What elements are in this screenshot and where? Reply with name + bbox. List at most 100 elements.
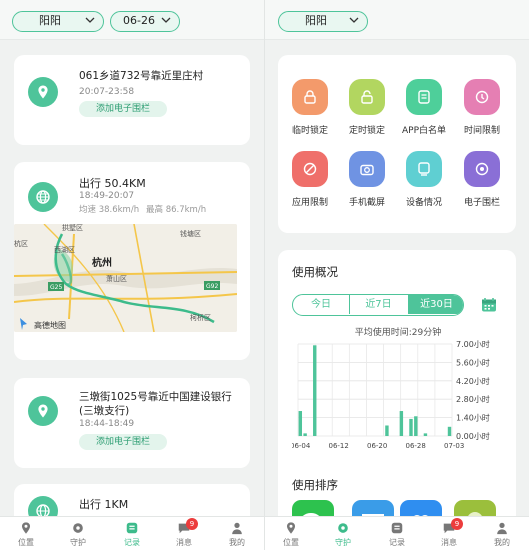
- bottom-nav: 位置 守护 记录 消息 9 我的: [265, 516, 529, 550]
- tool-temp-lock[interactable]: 临时锁定: [284, 79, 336, 136]
- tool-label: 定时锁定: [348, 126, 385, 136]
- place-card[interactable]: 三墩街1025号靠近中国建设银行(三墩支行) 18:44-18:49 添加电子围…: [14, 378, 250, 468]
- whitelist-icon: [418, 90, 430, 104]
- x-tick-label: 06-28: [406, 442, 426, 450]
- place-card[interactable]: 061乡道732号靠近里庄村 20:07-23:58 添加电子围栏: [14, 55, 250, 145]
- tab-7-days[interactable]: 近7日: [349, 295, 407, 314]
- camera-icon: [360, 164, 374, 176]
- place-address: 三墩街1025号靠近中国建设银行(三墩支行): [79, 391, 232, 417]
- trip-time: 18:49-20:07: [79, 191, 135, 201]
- person-icon: [232, 522, 242, 535]
- nav-location[interactable]: 位置: [271, 521, 311, 548]
- usage-bar: [423, 433, 428, 436]
- tool-whitelist[interactable]: APP白名单: [398, 79, 450, 136]
- nav-messages[interactable]: 消息 9: [164, 518, 204, 548]
- map-label: 拱墅区: [62, 224, 83, 232]
- map-label: G92: [206, 283, 218, 290]
- timed-lock-icon: [361, 90, 373, 104]
- usage-bar: [409, 418, 413, 436]
- fence-icon: [475, 162, 489, 176]
- tool-screenshot[interactable]: 手机截屏: [341, 151, 393, 208]
- device-icon: [418, 162, 430, 176]
- map-label: 西湖区: [54, 245, 75, 254]
- x-tick-label: 07-03: [444, 442, 464, 450]
- nav-location[interactable]: 位置: [6, 521, 46, 548]
- place-time: 18:44-18:49: [79, 419, 135, 429]
- x-tick-label: 06-20: [367, 442, 387, 450]
- usage-bar: [303, 433, 307, 436]
- nav-messages[interactable]: 消息 9: [429, 518, 469, 548]
- map-label: G25: [50, 284, 62, 291]
- usage-bar: [298, 411, 303, 436]
- usage-title: 使用概况: [292, 265, 338, 279]
- map-label: 萧山区: [106, 274, 127, 283]
- tool-icon-bg: [464, 151, 500, 187]
- tool-timed-lock[interactable]: 定时锁定: [341, 79, 393, 136]
- child-selector[interactable]: 阳阳: [278, 11, 368, 32]
- nav-label: 记录: [389, 538, 405, 547]
- usage-bar: [385, 425, 389, 436]
- nav-me[interactable]: 我的: [217, 521, 257, 548]
- nav-me[interactable]: 我的: [482, 521, 522, 548]
- nav-label: 我的: [494, 538, 510, 547]
- app-limit-icon: [303, 162, 317, 176]
- tool-time-limit[interactable]: 时间限制: [456, 79, 508, 136]
- tool-label: 手机截屏: [348, 198, 385, 208]
- x-tick-label: 06-12: [329, 442, 349, 450]
- child-name: 阳阳: [305, 14, 327, 27]
- trip-max-speed: 最高 86.7km/h: [146, 205, 207, 215]
- add-fence-button[interactable]: 添加电子围栏: [79, 101, 167, 117]
- tool-geofence[interactable]: 电子围栏: [456, 151, 508, 208]
- top-bar: 阳阳: [265, 0, 529, 40]
- trip-map[interactable]: 拱墅区 杭区 杭州 西湖区 萧山区 钱塘区 柯桥区 G25 G92 高德地图: [14, 224, 237, 332]
- tool-icon-bg: [349, 151, 385, 187]
- tool-icon-bg: [464, 79, 500, 115]
- tool-icon-bg: [406, 79, 442, 115]
- usage-bar: [313, 345, 317, 436]
- date-value: 06-26: [123, 14, 155, 27]
- x-tick-label: 06-04: [292, 442, 311, 450]
- unread-badge: 9: [186, 518, 198, 530]
- add-fence-button[interactable]: 添加电子围栏: [79, 434, 167, 450]
- child-selector[interactable]: 阳阳: [12, 11, 104, 32]
- calendar-icon[interactable]: [480, 296, 498, 314]
- tool-device-status[interactable]: 设备情况: [398, 151, 450, 208]
- tool-icon-bg: [292, 79, 328, 115]
- nav-label: 我的: [229, 538, 245, 547]
- lock-icon: [304, 90, 316, 104]
- records-screen: 阳阳 06-26 061乡道732号靠近里庄村 20:07-23:58 添加电子…: [0, 0, 264, 550]
- tab-30-days[interactable]: 近30日: [408, 295, 463, 314]
- tool-label: 临时锁定: [291, 126, 328, 136]
- unread-badge: 9: [451, 518, 463, 530]
- location-pin-icon: [286, 522, 296, 534]
- tool-label: 设备情况: [405, 198, 442, 208]
- guard-screen: 阳阳 临时锁定 定时锁定 APP白名单 时间限制 应用限制 手机截屏 设备情况 …: [265, 0, 529, 550]
- y-tick-label: 7.00小时: [456, 339, 490, 349]
- tab-today[interactable]: 今日: [293, 295, 349, 314]
- tool-app-limit[interactable]: 应用限制: [284, 151, 336, 208]
- map-logo: 高德地图: [34, 320, 66, 330]
- tool-icon-bg: [406, 151, 442, 187]
- person-icon: [497, 522, 507, 535]
- bottom-nav: 位置 守护 记录 消息 9 我的: [0, 516, 264, 550]
- nav-records[interactable]: 记录: [112, 521, 152, 548]
- range-tabs: 今日 近7日 近30日: [292, 294, 464, 316]
- chevron-down-icon: [349, 17, 359, 23]
- nav-records[interactable]: 记录: [377, 521, 417, 548]
- date-selector[interactable]: 06-26: [110, 11, 180, 32]
- top-bar: 阳阳 06-26: [0, 0, 264, 40]
- trip-title: 出行 1KM: [79, 498, 129, 511]
- chevron-down-icon: [85, 17, 95, 23]
- trip-title: 出行 50.4KM: [79, 177, 146, 190]
- y-tick-label: 2.80小时: [456, 394, 490, 404]
- route-globe-icon: [28, 182, 58, 212]
- nav-label: 守护: [335, 538, 351, 547]
- tool-label: APP白名单: [401, 126, 446, 136]
- nav-guard[interactable]: 守护: [323, 521, 363, 548]
- y-tick-label: 0.00小时: [456, 431, 490, 441]
- map-label: 柯桥区: [190, 313, 211, 322]
- tool-label: 时间限制: [463, 126, 500, 136]
- usage-bar: [447, 426, 452, 436]
- nav-guard[interactable]: 守护: [58, 521, 98, 548]
- trip-avg-speed: 均速 38.6km/h: [79, 205, 140, 215]
